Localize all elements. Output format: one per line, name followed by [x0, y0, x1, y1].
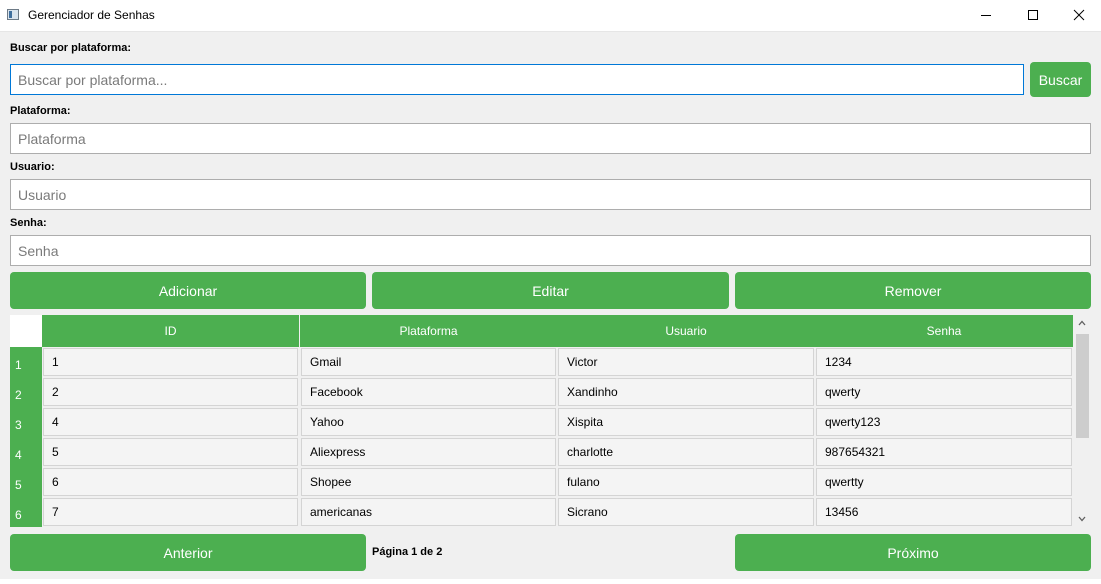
cell-id[interactable]: 2 [43, 378, 298, 406]
header-id[interactable]: ID [42, 315, 299, 347]
platform-input[interactable] [10, 123, 1091, 154]
password-input[interactable] [10, 235, 1091, 266]
cell-platform[interactable]: Yahoo [301, 408, 556, 436]
cell-platform[interactable]: Aliexpress [301, 438, 556, 466]
next-button[interactable]: Próximo [735, 534, 1091, 571]
platform-label: Plataforma: [10, 105, 71, 117]
cell-user[interactable]: fulano [558, 468, 814, 496]
cell-user[interactable]: Xandinho [558, 378, 814, 406]
row-header[interactable]: 6 [10, 497, 42, 527]
remove-button[interactable]: Remover [735, 272, 1091, 309]
cell-platform[interactable]: Facebook [301, 378, 556, 406]
row-header[interactable]: 3 [10, 407, 42, 437]
cell-platform[interactable]: Shopee [301, 468, 556, 496]
add-button[interactable]: Adicionar [10, 272, 366, 309]
maximize-icon[interactable] [1010, 0, 1056, 31]
password-label: Senha: [10, 217, 47, 229]
row-header[interactable]: 2 [10, 377, 42, 407]
header-password[interactable]: Senha [815, 315, 1073, 347]
header-platform[interactable]: Plataforma [300, 315, 557, 347]
cell-password[interactable]: qwerty [816, 378, 1072, 406]
minimize-icon[interactable] [963, 0, 1009, 31]
cell-password[interactable]: qwertty [816, 468, 1072, 496]
table-corner[interactable] [10, 315, 42, 347]
cell-password[interactable]: 13456 [816, 498, 1072, 526]
search-input[interactable] [10, 64, 1024, 95]
cell-platform[interactable]: americanas [301, 498, 556, 526]
scroll-down-icon[interactable] [1078, 516, 1086, 522]
row-header[interactable]: 1 [10, 347, 42, 377]
cell-user[interactable]: Sicrano [558, 498, 814, 526]
row-header[interactable]: 4 [10, 437, 42, 467]
scroll-up-icon[interactable] [1078, 320, 1086, 326]
page-indicator: Página 1 de 2 [372, 546, 443, 558]
header-user[interactable]: Usuario [557, 315, 815, 347]
row-header[interactable]: 5 [10, 467, 42, 497]
previous-button[interactable]: Anterior [10, 534, 366, 571]
search-button[interactable]: Buscar [1030, 62, 1091, 97]
cell-user[interactable]: Xispita [558, 408, 814, 436]
cell-id[interactable]: 7 [43, 498, 298, 526]
app-window-icon [7, 9, 19, 20]
window-title: Gerenciador de Senhas [28, 8, 155, 22]
edit-button[interactable]: Editar [372, 272, 729, 309]
table-scrollbar[interactable] [1073, 315, 1091, 528]
title-bar: Gerenciador de Senhas [0, 0, 1101, 32]
cell-password[interactable]: 1234 [816, 348, 1072, 376]
close-icon[interactable] [1056, 0, 1101, 31]
passwords-table: ID Plataforma Usuario Senha 1 1 Gmail Victor 123… [10, 315, 1091, 528]
scrollbar-thumb[interactable] [1076, 334, 1089, 438]
cell-password[interactable]: 987654321 [816, 438, 1072, 466]
cell-id[interactable]: 4 [43, 408, 298, 436]
search-label: Buscar por plataforma: [10, 42, 132, 54]
cell-id[interactable]: 1 [43, 348, 298, 376]
user-label: Usuario: [10, 161, 55, 173]
cell-id[interactable]: 6 [43, 468, 298, 496]
user-input[interactable] [10, 179, 1091, 210]
window-bottom-edge [0, 579, 1101, 584]
cell-user[interactable]: charlotte [558, 438, 814, 466]
cell-id[interactable]: 5 [43, 438, 298, 466]
cell-platform[interactable]: Gmail [301, 348, 556, 376]
cell-user[interactable]: Victor [558, 348, 814, 376]
cell-password[interactable]: qwerty123 [816, 408, 1072, 436]
